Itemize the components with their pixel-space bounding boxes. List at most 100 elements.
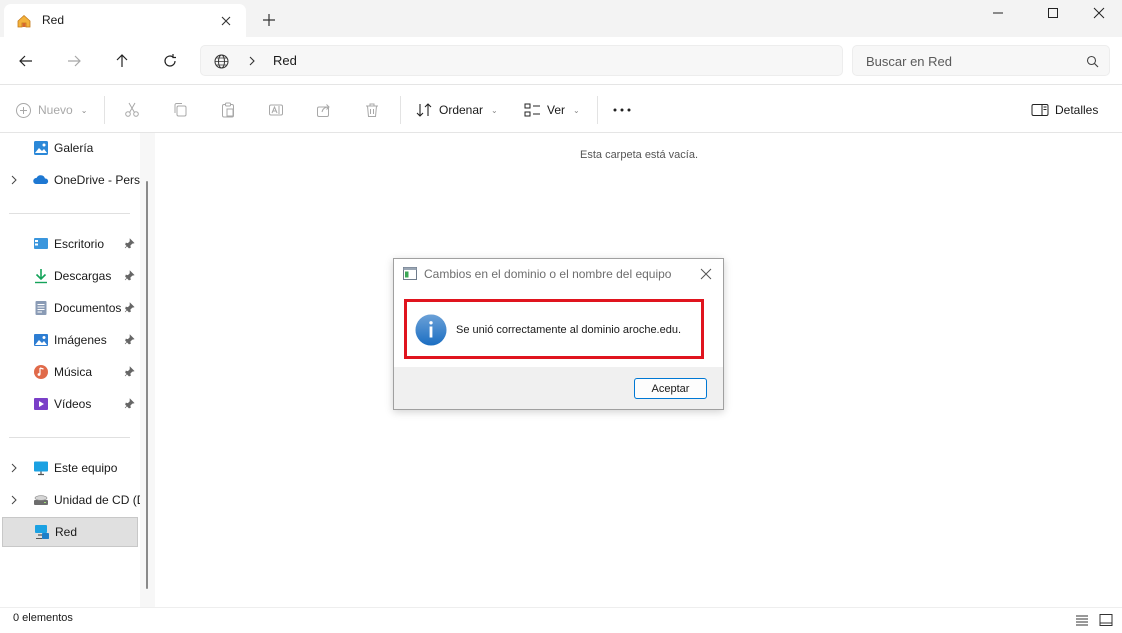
breadcrumb-red[interactable]: Red bbox=[273, 53, 297, 68]
tab-title: Red bbox=[42, 13, 65, 27]
arrow-up-icon bbox=[116, 54, 128, 67]
delete-button[interactable] bbox=[364, 99, 380, 121]
details-view-icon[interactable] bbox=[1074, 612, 1090, 628]
maximize-button[interactable] bbox=[1030, 0, 1076, 26]
sidebar-item-escritorio[interactable]: Escritorio bbox=[0, 229, 140, 259]
maximize-icon bbox=[1048, 8, 1058, 18]
rename-button[interactable] bbox=[268, 99, 284, 121]
sidebar-item-galeria[interactable]: Galería bbox=[0, 133, 140, 163]
scissors-icon bbox=[125, 102, 139, 117]
pin-icon[interactable] bbox=[124, 270, 135, 281]
sidebar-item-documentos[interactable]: Documentos bbox=[0, 293, 140, 323]
share-button[interactable] bbox=[316, 99, 332, 121]
sidebar-item-label: Unidad de CD (D:) bbox=[54, 493, 140, 507]
empty-folder-message: Esta carpeta está vacía. bbox=[580, 149, 699, 161]
refresh-icon bbox=[164, 54, 176, 67]
network-icon bbox=[35, 525, 49, 539]
cut-button[interactable] bbox=[124, 99, 140, 121]
cd-drive-icon bbox=[34, 495, 48, 505]
status-bar: 0 elementos bbox=[0, 607, 1122, 633]
sidebar-item-musica[interactable]: Música bbox=[0, 357, 140, 387]
dialog-body: Se unió correctamente al dominio aroche.… bbox=[394, 289, 723, 367]
search-input[interactable]: Buscar en Red bbox=[866, 54, 952, 69]
dialog-close-icon[interactable] bbox=[698, 266, 714, 282]
accept-button[interactable]: Aceptar bbox=[634, 378, 707, 399]
sidebar-item-unidad-cd[interactable]: Unidad de CD (D:) bbox=[0, 485, 140, 515]
sidebar-item-label: OneDrive - Personal bbox=[54, 173, 140, 187]
pin-icon[interactable] bbox=[124, 238, 135, 249]
pin-icon[interactable] bbox=[124, 398, 135, 409]
pictures-icon bbox=[34, 334, 48, 346]
chevron-right-icon[interactable] bbox=[10, 463, 18, 473]
forward-button[interactable] bbox=[62, 50, 86, 72]
sidebar-item-videos[interactable]: Vídeos bbox=[0, 389, 140, 419]
refresh-button[interactable] bbox=[158, 50, 182, 72]
system-properties-icon bbox=[403, 267, 417, 280]
up-button[interactable] bbox=[110, 50, 134, 72]
view-button[interactable]: Ver ⌄ bbox=[524, 99, 580, 121]
sidebar-item-onedrive[interactable]: OneDrive - Personal bbox=[0, 165, 140, 195]
command-bar: Nuevo ⌄ Ordenar ⌄ Ver ⌄ Detalles bbox=[0, 86, 1122, 133]
domain-change-dialog: Cambios en el dominio o el nombre del eq… bbox=[393, 258, 724, 410]
chevron-right-icon[interactable] bbox=[10, 175, 18, 185]
sort-icon bbox=[416, 103, 432, 117]
more-options-button[interactable] bbox=[612, 99, 632, 121]
chevron-right-icon[interactable] bbox=[10, 495, 18, 505]
videos-icon bbox=[34, 398, 48, 410]
documents-icon bbox=[35, 301, 47, 315]
downloads-icon bbox=[35, 269, 47, 284]
dialog-title-bar[interactable]: Cambios en el dominio o el nombre del eq… bbox=[394, 259, 723, 289]
new-button[interactable]: Nuevo ⌄ bbox=[15, 99, 87, 121]
scrollbar-thumb[interactable] bbox=[146, 181, 148, 589]
tab-close-icon[interactable] bbox=[216, 11, 236, 31]
pin-icon[interactable] bbox=[124, 366, 135, 377]
address-row: Red Buscar en Red bbox=[0, 37, 1122, 85]
more-icon bbox=[613, 108, 631, 112]
pin-icon[interactable] bbox=[124, 302, 135, 313]
sidebar-item-label: Galería bbox=[54, 141, 94, 155]
search-icon bbox=[1086, 55, 1099, 68]
globe-icon bbox=[214, 54, 229, 69]
chevron-right-icon[interactable] bbox=[247, 55, 257, 67]
divider bbox=[104, 96, 105, 124]
address-bar[interactable]: Red bbox=[200, 45, 843, 76]
tiles-view-icon[interactable] bbox=[1098, 612, 1114, 628]
plus-circle-icon bbox=[16, 102, 31, 118]
divider bbox=[9, 213, 130, 214]
details-label: Detalles bbox=[1055, 103, 1099, 117]
close-button[interactable] bbox=[1076, 0, 1122, 26]
sidebar-item-label: Red bbox=[55, 525, 78, 539]
copy-button[interactable] bbox=[172, 99, 188, 121]
search-box[interactable]: Buscar en Red bbox=[852, 45, 1110, 76]
minimize-icon bbox=[993, 12, 1003, 14]
music-icon bbox=[34, 365, 48, 379]
new-label: Nuevo bbox=[38, 103, 73, 117]
minimize-button[interactable] bbox=[975, 0, 1021, 26]
sort-label: Ordenar bbox=[439, 103, 484, 117]
dialog-title: Cambios en el dominio o el nombre del eq… bbox=[424, 267, 672, 281]
gallery-icon bbox=[34, 141, 48, 155]
divider bbox=[400, 96, 401, 124]
desktop-icon bbox=[34, 238, 48, 249]
tab-red[interactable]: Red bbox=[4, 4, 246, 37]
title-bar: Red bbox=[0, 0, 1122, 37]
close-icon bbox=[1093, 7, 1105, 19]
home-icon bbox=[17, 14, 31, 28]
sidebar-item-descargas[interactable]: Descargas bbox=[0, 261, 140, 291]
chevron-down-icon: ⌄ bbox=[491, 105, 498, 115]
new-tab-icon[interactable] bbox=[260, 11, 278, 29]
arrow-left-icon bbox=[19, 55, 32, 67]
navigation-pane: Galería OneDrive - Personal Escritorio D… bbox=[0, 133, 155, 607]
view-icon bbox=[524, 103, 540, 117]
back-button[interactable] bbox=[14, 50, 38, 72]
details-button[interactable]: Detalles bbox=[1031, 99, 1098, 121]
sidebar-item-imagenes[interactable]: Imágenes bbox=[0, 325, 140, 355]
sidebar-item-red[interactable]: Red bbox=[2, 517, 138, 547]
rename-icon bbox=[269, 104, 283, 116]
sidebar-item-este-equipo[interactable]: Este equipo bbox=[0, 453, 140, 483]
pin-icon[interactable] bbox=[124, 334, 135, 345]
item-count: 0 elementos bbox=[13, 612, 73, 624]
sort-button[interactable]: Ordenar ⌄ bbox=[416, 99, 498, 121]
paste-button[interactable] bbox=[220, 99, 236, 121]
trash-icon bbox=[366, 103, 378, 117]
